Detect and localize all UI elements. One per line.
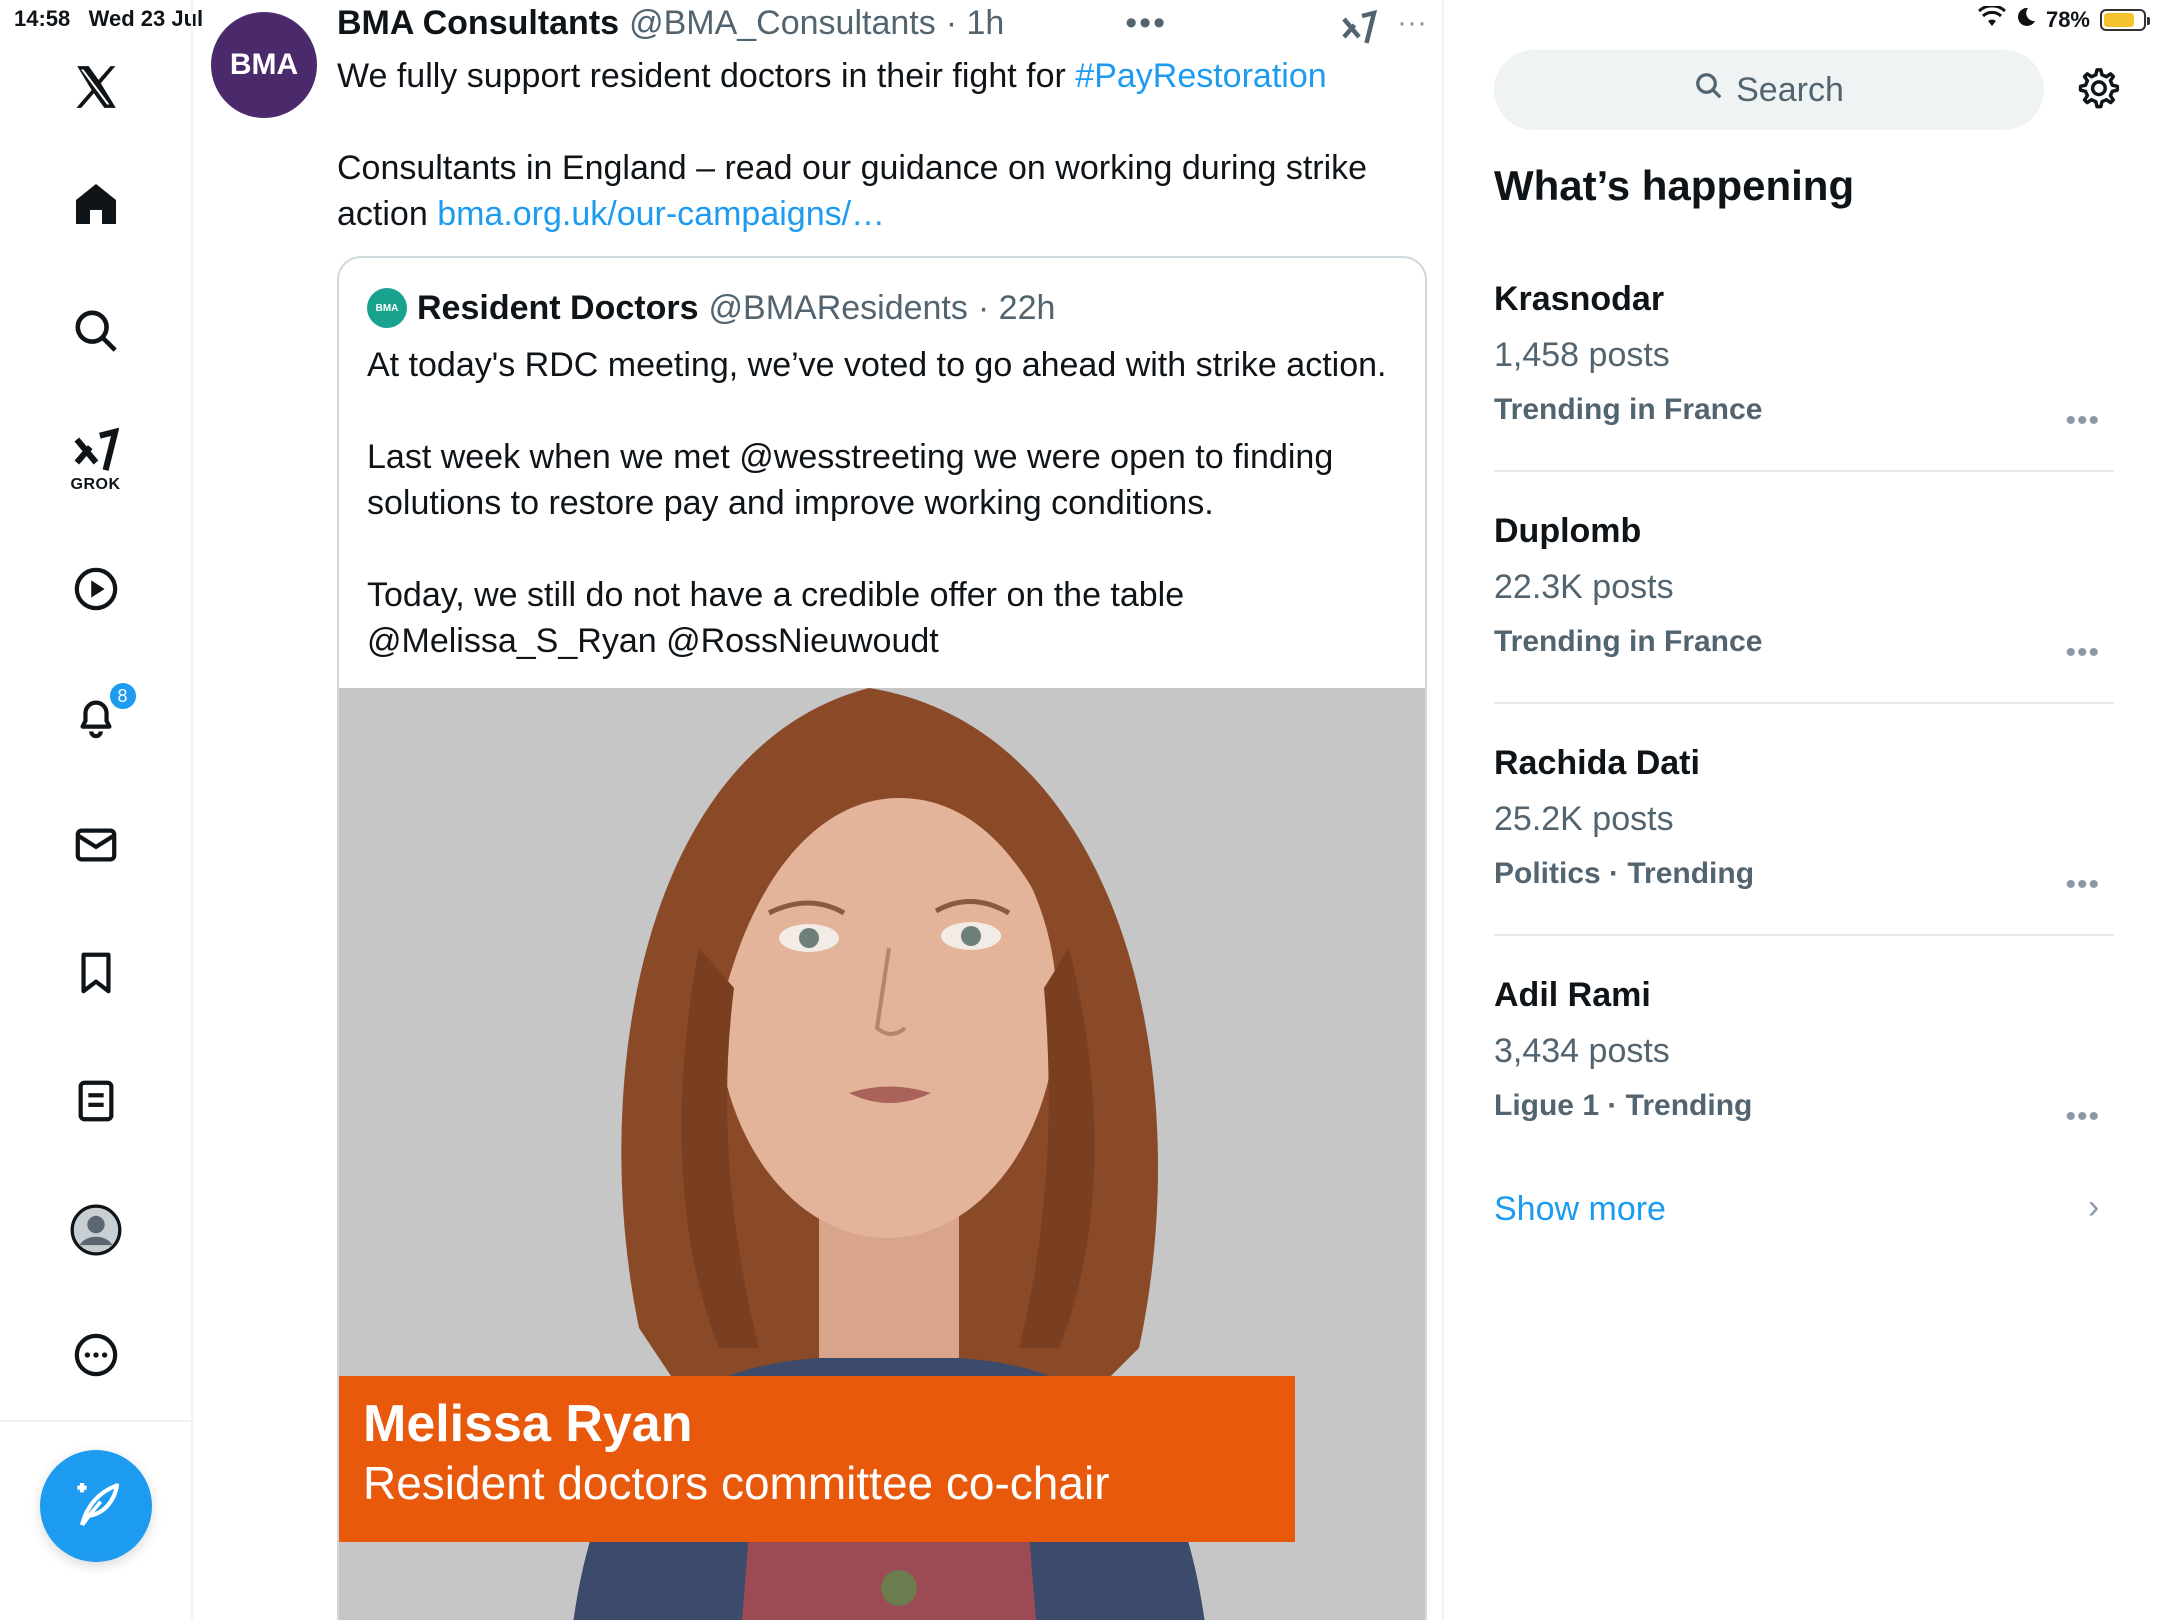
x-logo-icon[interactable] <box>70 62 122 112</box>
divider <box>1494 470 2114 472</box>
tweet-text: We fully support resident doctors in the… <box>337 53 1427 237</box>
avatar[interactable]: BMA <box>211 12 317 118</box>
search-input[interactable]: Search <box>1494 50 2044 130</box>
trend-more-icon[interactable]: ••• <box>2065 1100 2100 1134</box>
trend-item[interactable]: Rachida Dati 25.2K posts Politics · Tren… <box>1494 742 2114 912</box>
avatar-text: BMA <box>229 48 299 81</box>
trend-name: Duplomb <box>1494 512 1642 550</box>
chevron-right-icon[interactable]: › <box>2088 1188 2099 1227</box>
quote-author-name[interactable]: Resident Doctors <box>417 289 699 328</box>
quote-author-handle[interactable]: @BMAResidents <box>709 289 968 328</box>
trend-context: Ligue 1 · Trending <box>1494 1089 1753 1122</box>
mail-icon[interactable] <box>73 822 119 868</box>
tweet-author-handle[interactable]: @BMA_Consultants <box>629 4 936 43</box>
quote-time: · 22h <box>977 288 1056 327</box>
video-lower-third: Melissa Ryan Resident doctors committee … <box>339 1376 1295 1542</box>
trend-context: Trending in France <box>1494 393 1763 426</box>
search-placeholder: Search <box>1736 70 1844 109</box>
notification-badge: 8 <box>106 680 139 712</box>
left-nav: GROK 8 <box>0 0 193 1620</box>
quote-header: BMA Resident Doctors @BMAResidents · 22h <box>367 288 1055 328</box>
trend-context: Politics · Trending <box>1494 857 1755 890</box>
trend-more-icon[interactable]: ••• <box>2065 404 2100 438</box>
grok-icon[interactable]: GROK <box>71 428 121 494</box>
trend-count: 25.2K posts <box>1494 800 1674 838</box>
section-title: What’s happening <box>1494 162 1855 209</box>
tweet-more-indicator[interactable]: ••• <box>1125 4 1167 43</box>
trend-more-icon[interactable]: ••• <box>2065 868 2100 902</box>
trend-count: 22.3K posts <box>1494 568 1674 606</box>
gear-icon[interactable] <box>2074 66 2120 117</box>
grok-label: GROK <box>70 476 121 493</box>
tweet-text-part1: We fully support resident doctors in the… <box>337 57 1076 95</box>
trend-item[interactable]: Krasnodar 1,458 posts Trending in France… <box>1494 278 2114 448</box>
lower-third-title: Resident doctors committee co-chair <box>363 1457 1110 1509</box>
video-icon[interactable] <box>73 566 119 612</box>
bookmark-icon[interactable] <box>73 950 119 996</box>
tweet-time[interactable]: · 1h <box>946 4 1005 43</box>
trend-name: Adil Rami <box>1494 976 1651 1014</box>
right-sidebar: Search What’s happening Krasnodar 1,458 … <box>1446 0 2160 1620</box>
trend-item[interactable]: Duplomb 22.3K posts Trending in France •… <box>1494 510 2114 680</box>
lower-third-name: Melissa Ryan <box>363 1395 693 1453</box>
tweet-header: BMA Consultants @BMA_Consultants · 1h <box>337 4 1427 43</box>
notifications-nav[interactable]: 8 <box>73 680 139 740</box>
trend-item[interactable]: Adil Rami 3,434 posts Ligue 1 · Trending… <box>1494 974 2114 1144</box>
quote-video[interactable]: Melissa Ryan Resident doctors committee … <box>339 688 1425 1620</box>
tweet-author-name[interactable]: BMA Consultants <box>337 4 619 43</box>
search-icon <box>1694 71 1724 110</box>
quoted-tweet[interactable]: BMA Resident Doctors @BMAResidents · 22h… <box>337 256 1427 1620</box>
tweet-link[interactable]: bma.org.uk/our-campaigns/… <box>437 195 885 233</box>
trend-name: Krasnodar <box>1494 280 1665 318</box>
search-icon[interactable] <box>73 308 119 354</box>
lists-icon[interactable] <box>73 1078 119 1124</box>
trend-context: Trending in France <box>1494 625 1763 658</box>
trend-count: 3,434 posts <box>1494 1032 1670 1070</box>
quote-text: At today's RDC meeting, we’ve voted to g… <box>367 346 1387 660</box>
main-timeline: BMA BMA Consultants @BMA_Consultants · 1… <box>193 0 1444 1620</box>
profile-icon[interactable] <box>70 1204 122 1256</box>
show-more-link[interactable]: Show more <box>1494 1190 1666 1229</box>
hashtag-link[interactable]: #PayRestoration <box>1075 57 1326 95</box>
nav-divider <box>0 1420 193 1422</box>
quote-avatar[interactable]: BMA <box>367 288 407 328</box>
trend-count: 1,458 posts <box>1494 336 1670 374</box>
tweet-menu-icon[interactable]: ··· <box>1397 6 1427 40</box>
tweet: BMA Consultants @BMA_Consultants · 1h ••… <box>337 4 1427 237</box>
more-icon[interactable] <box>73 1332 119 1378</box>
home-icon[interactable] <box>72 180 120 228</box>
quote-avatar-text: BMA <box>375 302 399 314</box>
trend-more-icon[interactable]: ••• <box>2065 636 2100 670</box>
compose-button[interactable] <box>40 1450 152 1562</box>
divider <box>1494 702 2114 704</box>
grok-icon[interactable] <box>1341 9 1378 51</box>
trend-name: Rachida Dati <box>1494 744 1700 782</box>
compose-icon <box>68 1476 124 1537</box>
divider <box>1494 934 2114 936</box>
